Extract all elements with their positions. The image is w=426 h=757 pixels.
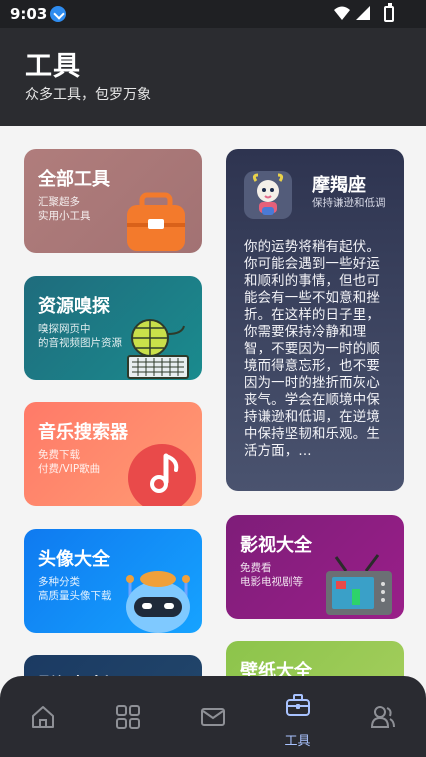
card-desc-line: 嗅探网页中 xyxy=(38,323,91,335)
robot-icon xyxy=(126,571,190,633)
tab-home[interactable] xyxy=(0,676,85,757)
tab-label: 工具 xyxy=(284,734,311,749)
card-title: 影视大全 xyxy=(240,535,312,556)
toolbox-icon xyxy=(127,192,185,251)
card-desc: 嗅探网页中 的音视频图片资源 xyxy=(38,322,122,350)
card-desc-line: 的音视频图片资源 xyxy=(38,337,122,349)
grid-icon xyxy=(116,705,140,729)
card-desc-line: 多种分类 xyxy=(38,576,80,588)
card-desc-line: 免费看 xyxy=(240,562,272,574)
toolbox-icon xyxy=(286,694,310,716)
card-music-search[interactable]: 音乐搜索器 免费下载 付费/VIP歌曲 xyxy=(24,402,202,506)
card-desc-line: 汇聚超多 xyxy=(38,196,80,208)
card-avatar-collection[interactable]: 头像大全 多种分类 高质量头像下载 xyxy=(24,529,202,633)
card-desc: 汇聚超多 实用小工具 xyxy=(38,195,91,223)
globe-keyboard-icon xyxy=(127,319,189,379)
horoscope-text: 你的运势将稍有起伏。你可能会遇到一些好运和顺利的事情，但也可能会有一些不如意和挫… xyxy=(244,240,380,459)
card-desc-line: 免费下载 xyxy=(38,449,80,461)
card-desc-line: 付费/VIP歌曲 xyxy=(38,463,101,475)
tab-tools[interactable]: 工具 xyxy=(255,676,340,757)
card-title: 资源嗅探 xyxy=(38,296,110,317)
tab-discover[interactable] xyxy=(85,676,170,757)
card-resource-sniffer[interactable]: 资源嗅探 嗅探网页中 的音视频图片资源 xyxy=(24,276,202,380)
horoscope-name: 摩羯座 xyxy=(312,175,366,196)
card-title: 头像大全 xyxy=(38,549,110,570)
horoscope-card[interactable]: 摩羯座 保持谦逊和低调 你的运势将稍有起伏。你可能会遇到一些好运和顺利的事情，但… xyxy=(226,149,404,491)
cell-signal-icon xyxy=(356,6,370,20)
signal-icons xyxy=(334,6,370,20)
card-desc: 免费下载 付费/VIP歌曲 xyxy=(38,448,100,476)
capricorn-avatar xyxy=(244,171,292,219)
music-note-icon xyxy=(128,444,196,506)
home-icon xyxy=(32,706,54,728)
status-bar: 9:03 xyxy=(0,0,426,28)
page-header: 工具 众多工具，包罗万象 xyxy=(0,28,426,126)
tab-messages[interactable] xyxy=(170,676,255,757)
wifi-icon xyxy=(334,6,350,20)
download-icon xyxy=(50,6,66,22)
tools-grid: 全部工具 汇聚超多 实用小工具 资源嗅探 嗅探网页中 的音视频图片资源 音乐搜索… xyxy=(0,126,426,757)
card-desc: 多种分类 高质量头像下载 xyxy=(38,575,112,603)
users-icon xyxy=(370,706,395,728)
card-title: 全部工具 xyxy=(38,169,110,190)
card-video-collection[interactable]: 影视大全 免费看 电影电视剧等 xyxy=(226,515,404,619)
card-title: 音乐搜索器 xyxy=(38,422,128,443)
card-desc: 免费看 电影电视剧等 xyxy=(240,561,303,589)
card-desc-line: 高质量头像下载 xyxy=(38,590,112,602)
page-title: 工具 xyxy=(25,51,81,82)
page-subtitle: 众多工具，包罗万象 xyxy=(25,87,151,103)
status-time: 9:03 xyxy=(10,5,48,23)
battery-icon xyxy=(384,3,394,22)
card-desc-line: 实用小工具 xyxy=(38,210,91,222)
horoscope-subtitle: 保持谦逊和低调 xyxy=(312,197,386,209)
card-desc-line: 电影电视剧等 xyxy=(240,576,303,588)
bottom-tab-bar: 工具 xyxy=(0,676,426,757)
mail-icon xyxy=(201,708,225,726)
capricorn-icon xyxy=(252,173,284,215)
card-all-tools[interactable]: 全部工具 汇聚超多 实用小工具 xyxy=(24,149,202,253)
tv-icon xyxy=(326,554,392,615)
tab-profile[interactable] xyxy=(340,676,425,757)
